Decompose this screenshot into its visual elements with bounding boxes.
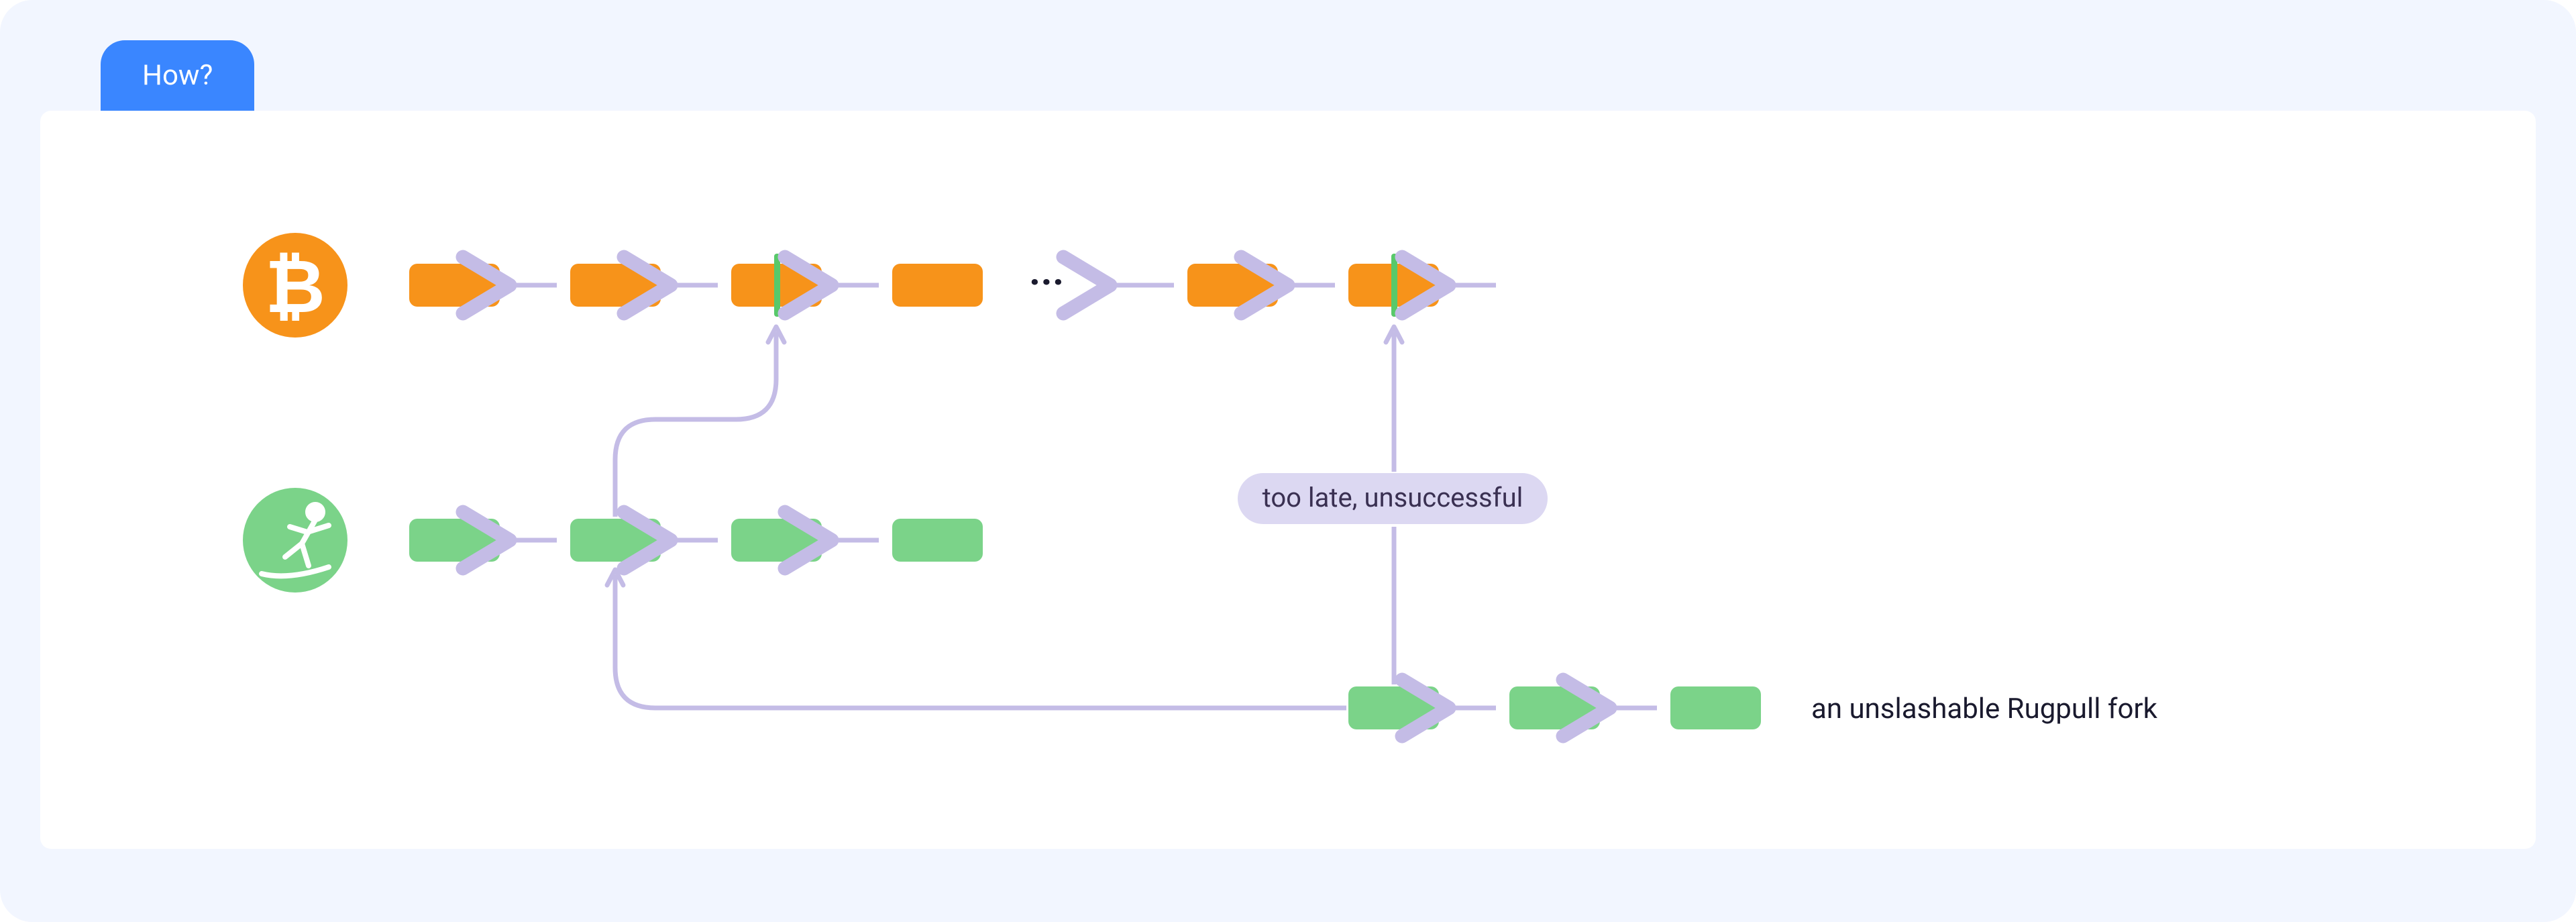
fork-block-2 — [1509, 686, 1600, 729]
fork-block-3 — [1670, 686, 1761, 729]
btc-block-5 — [1187, 264, 1278, 307]
commit-arrow-1 — [615, 332, 776, 517]
fork-block-1 — [1348, 686, 1439, 729]
fork-label: an unslashable Rugpull fork — [1811, 693, 2158, 725]
badge-text: too late, unsuccessful — [1263, 482, 1523, 513]
rug-block-1 — [409, 519, 500, 562]
btc-block-1 — [409, 264, 500, 307]
bitcoin-icon: ₿ — [243, 233, 347, 338]
slipping-person-icon — [243, 488, 347, 593]
fork-back-arrow — [615, 575, 1346, 708]
checkpoint-tick-2 — [1391, 254, 1397, 317]
diagram-card: ₿ ··· — [40, 111, 2536, 849]
btc-block-4 — [892, 264, 983, 307]
ellipsis: ··· — [1029, 260, 1065, 305]
svg-text:₿: ₿ — [265, 246, 325, 328]
rug-block-3 — [731, 519, 822, 562]
tab-bar: How? — [40, 40, 2536, 111]
diagram-svg: ₿ ··· — [40, 111, 2536, 849]
btc-block-2 — [570, 264, 661, 307]
rug-block-2 — [570, 519, 661, 562]
checkpoint-tick-1 — [774, 254, 780, 317]
tab-how: How? — [101, 40, 254, 111]
slide-container: How? ₿ — [0, 0, 2576, 922]
rug-block-4 — [892, 519, 983, 562]
